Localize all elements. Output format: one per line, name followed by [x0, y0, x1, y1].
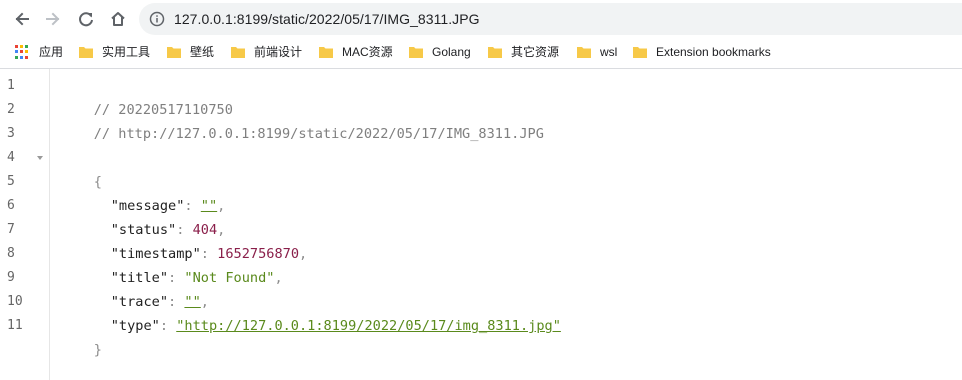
json-value-link[interactable]: "http://127.0.0.1:8199/2022/05/17/img_83… — [176, 318, 561, 334]
folder-icon — [231, 47, 245, 58]
json-entry: "status": 404, — [78, 194, 226, 238]
bookmark-folder[interactable]: 壁纸 — [167, 42, 214, 62]
home-icon — [111, 12, 125, 26]
folder-icon — [409, 47, 423, 58]
reload-icon — [79, 12, 93, 27]
folder-icon — [167, 47, 181, 58]
bookmark-folder[interactable]: 实用工具 — [79, 42, 150, 62]
bookmark-folder[interactable]: Extension bookmarks — [633, 42, 771, 62]
bookmark-label: Extension bookmarks — [656, 45, 771, 59]
bookmarks-bar: 应用 实用工具 壁纸 前端设计 MAC资源 Golang 其它资源 wsl Ex… — [0, 37, 962, 67]
folder-icon — [633, 47, 647, 58]
bookmark-label: 前端设计 — [254, 45, 303, 59]
line-number: 9 — [7, 270, 15, 285]
line-number: 5 — [7, 174, 15, 189]
close-brace: } — [93, 342, 102, 358]
json-entry: "trace": "", — [78, 266, 209, 310]
bookmark-folder[interactable]: MAC资源 — [319, 42, 393, 62]
line-number: 1 — [7, 78, 15, 93]
line-number: 7 — [7, 222, 15, 237]
bookmark-folder[interactable]: 前端设计 — [231, 42, 302, 62]
json-comma: , — [274, 270, 283, 286]
line-number: 6 — [7, 198, 15, 213]
json-entry: "title": "Not Found", — [78, 242, 283, 286]
back-button[interactable] — [9, 6, 35, 32]
reload-button[interactable] — [73, 6, 99, 32]
bookmark-label: 其它资源 — [511, 45, 560, 59]
line-number: 10 — [7, 294, 23, 309]
json-colon: : — [159, 318, 177, 334]
apps-grid-icon — [15, 45, 29, 59]
line-number: 4 — [7, 150, 15, 165]
folder-icon — [79, 47, 93, 58]
folder-icon — [488, 47, 502, 58]
bookmark-label: 壁纸 — [190, 45, 215, 59]
address-bar[interactable]: 127.0.0.1:8199/static/2022/05/17/IMG_831… — [139, 3, 962, 35]
json-viewer: // 20220517110750 // http://127.0.0.1:81… — [61, 69, 962, 380]
bookmark-label: Golang — [432, 45, 471, 59]
folder-icon — [319, 47, 333, 58]
arrow-right-icon — [46, 12, 60, 26]
bookmark-label: 应用 — [39, 45, 64, 59]
bookmark-folder[interactable]: 其它资源 — [488, 42, 559, 62]
comment-url: // http://127.0.0.1:8199/static/2022/05/… — [93, 126, 544, 142]
code-line: } — [61, 314, 102, 358]
json-entry: "type": "http://127.0.0.1:8199/2022/05/1… — [78, 290, 561, 334]
bookmark-label: 实用工具 — [102, 45, 151, 59]
line-number: 8 — [7, 246, 15, 261]
browser-toolbar: 127.0.0.1:8199/static/2022/05/17/IMG_831… — [0, 0, 962, 37]
fold-toggle-icon[interactable] — [37, 155, 43, 161]
bookmark-folder[interactable]: wsl — [577, 42, 617, 62]
json-entry: "message": "", — [78, 170, 226, 214]
code-line: { — [61, 146, 102, 190]
forward-button[interactable] — [40, 6, 66, 32]
line-number: 3 — [7, 126, 15, 141]
json-entry: "timestamp": 1652756870, — [78, 218, 307, 262]
line-number: 2 — [7, 102, 15, 117]
json-comma: , — [299, 246, 308, 262]
code-line: // 20220517110750 — [61, 74, 233, 118]
bookmark-label: MAC资源 — [342, 45, 393, 59]
code-line: // http://127.0.0.1:8199/static/2022/05/… — [61, 98, 544, 142]
home-button[interactable] — [105, 6, 131, 32]
line-number: 11 — [7, 318, 23, 333]
json-key: "type" — [110, 318, 160, 334]
bookmark-folder[interactable]: Golang — [409, 42, 471, 62]
info-icon[interactable] — [149, 11, 165, 27]
arrow-left-icon — [15, 12, 29, 26]
folder-icon — [577, 47, 591, 58]
bookmark-apps[interactable]: 应用 — [15, 42, 63, 62]
bookmark-label: wsl — [600, 45, 618, 59]
url-text[interactable]: 127.0.0.1:8199/static/2022/05/17/IMG_831… — [174, 11, 480, 27]
line-number-gutter: 1 2 3 4 5 6 7 8 9 10 11 — [0, 69, 50, 380]
